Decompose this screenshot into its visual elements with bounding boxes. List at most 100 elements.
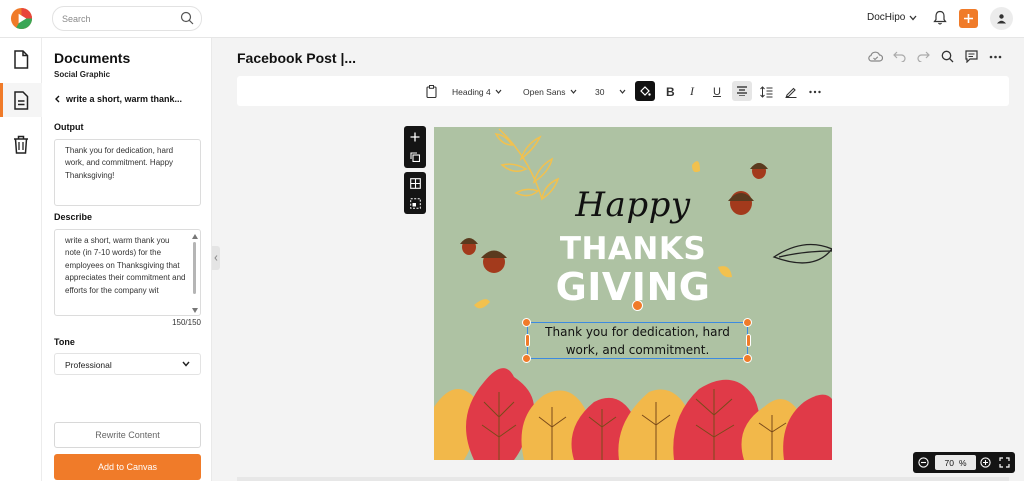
rewrite-content-button[interactable]: Rewrite Content [54, 422, 201, 448]
top-bar: DocHipo [0, 0, 1024, 38]
plus-icon [964, 14, 973, 23]
chevron-down-icon [570, 89, 576, 94]
describe-textarea[interactable]: write a short, warm thank you note (in 7… [54, 229, 201, 316]
resize-handle-left[interactable] [525, 334, 530, 347]
text-style-select[interactable]: Heading 4 [452, 83, 502, 100]
document-actions [868, 50, 1003, 63]
scroll-thumb[interactable] [193, 242, 196, 294]
zoom-percent: 70 [944, 457, 954, 468]
scroll-down-icon [192, 308, 198, 313]
account-menu[interactable]: DocHipo [867, 12, 917, 23]
font-size-select[interactable]: 30 [595, 83, 626, 100]
create-button[interactable] [959, 9, 978, 28]
ai-writer-panel: Documents Social Graphic write a short, … [42, 38, 212, 481]
dochipo-logo[interactable] [10, 7, 33, 30]
chevron-left-icon [55, 95, 60, 103]
chevron-left-icon [214, 255, 218, 261]
paint-bucket-icon [640, 86, 651, 96]
file-icon [14, 49, 29, 69]
more-icon[interactable] [988, 55, 1003, 59]
thanks-heading[interactable]: THANKS [434, 231, 832, 267]
resize-handle-right[interactable] [746, 334, 751, 347]
font-family-value: Open Sans [523, 86, 566, 97]
describe-text: write a short, warm thank you note (in 7… [65, 236, 186, 295]
happy-heading[interactable]: Happy [434, 185, 832, 225]
align-center-icon [737, 86, 747, 96]
bold-button[interactable]: B [666, 83, 675, 100]
zoom-in-button[interactable] [978, 455, 993, 470]
panel-subtitle: Social Graphic [54, 70, 111, 79]
panel-title: Documents [54, 50, 131, 66]
rail-trash[interactable] [0, 127, 42, 161]
text-color-button[interactable] [635, 81, 655, 101]
zoom-value[interactable]: 70 % [935, 455, 976, 470]
back-link[interactable]: write a short, warm thank... [54, 94, 182, 104]
undo-icon[interactable] [892, 51, 907, 62]
user-icon [997, 14, 1006, 24]
chevron-down-icon [620, 89, 626, 94]
tone-value: Professional [65, 360, 112, 370]
rotate-handle[interactable] [632, 300, 643, 311]
search-input[interactable] [62, 11, 172, 27]
chevron-down-icon [495, 89, 502, 94]
font-family-select[interactable]: Open Sans [523, 83, 577, 100]
tone-select[interactable]: Professional [54, 353, 201, 375]
italic-button[interactable]: I [690, 83, 694, 100]
duplicate-page-button[interactable] [404, 147, 426, 167]
expand-icon [999, 457, 1010, 468]
resize-handle-bottom-left[interactable] [522, 354, 531, 363]
chevron-down-icon [909, 15, 917, 20]
clipboard-icon[interactable] [426, 83, 437, 100]
grid-icon [409, 177, 421, 189]
select-area-icon [409, 197, 421, 209]
user-avatar-button[interactable] [990, 7, 1013, 30]
brand-name: DocHipo [867, 12, 906, 23]
zoom-unit: % [958, 457, 967, 468]
fullscreen-button[interactable] [997, 455, 1012, 470]
back-link-label: write a short, warm thank... [66, 94, 183, 104]
cloud-saved-icon[interactable] [868, 51, 883, 62]
selected-text-box[interactable]: Thank you for dedication, hard work, and… [527, 322, 748, 359]
zoom-out-icon [918, 457, 929, 468]
left-rail [0, 38, 42, 481]
text-align-button[interactable] [732, 81, 752, 101]
more-icon[interactable] [809, 83, 821, 100]
page-actions-toolbar [404, 126, 426, 168]
file-text-icon [14, 90, 29, 110]
chevron-down-icon [182, 361, 190, 367]
rail-ai-writer[interactable] [0, 83, 42, 117]
resize-handle-bottom-right[interactable] [743, 354, 752, 363]
underline-button[interactable]: U [713, 83, 721, 100]
search-box[interactable] [52, 6, 202, 31]
scroll-up-icon [192, 234, 198, 239]
text-style-value: Heading 4 [452, 86, 491, 97]
select-area-button[interactable] [404, 193, 426, 213]
output-text[interactable]: Thank you for dedication, hard work, and… [54, 139, 201, 206]
redo-icon[interactable] [916, 51, 931, 62]
search-icon[interactable] [940, 50, 955, 63]
tone-label: Tone [54, 337, 75, 347]
resize-handle-top-left[interactable] [522, 318, 531, 327]
zoom-out-button[interactable] [916, 455, 931, 470]
add-to-canvas-button[interactable]: Add to Canvas [54, 454, 201, 480]
horizontal-scrollbar[interactable] [237, 477, 1009, 481]
char-counter: 150/150 [172, 318, 201, 327]
highlight-button[interactable] [785, 83, 797, 100]
collapse-panel-handle[interactable] [212, 246, 220, 270]
comment-icon[interactable] [964, 50, 979, 63]
line-spacing-button[interactable] [760, 83, 773, 100]
search-icon[interactable] [180, 11, 194, 25]
rail-documents[interactable] [0, 42, 42, 76]
pen-icon [785, 87, 797, 98]
output-label: Output [54, 122, 84, 132]
resize-handle-top-right[interactable] [743, 318, 752, 327]
text-toolbar: Heading 4 Open Sans 30 B I U [237, 76, 1009, 106]
grid-button[interactable] [404, 173, 426, 193]
bell-icon[interactable] [933, 10, 947, 26]
document-title[interactable]: Facebook Post |... [237, 50, 356, 66]
add-page-button[interactable] [404, 127, 426, 147]
zoom-control: 70 % [913, 452, 1015, 473]
font-size-value: 30 [595, 86, 605, 97]
design-canvas[interactable]: Happy THANKS GIVING Thank you for dedica… [434, 127, 832, 460]
zoom-in-icon [980, 457, 991, 468]
